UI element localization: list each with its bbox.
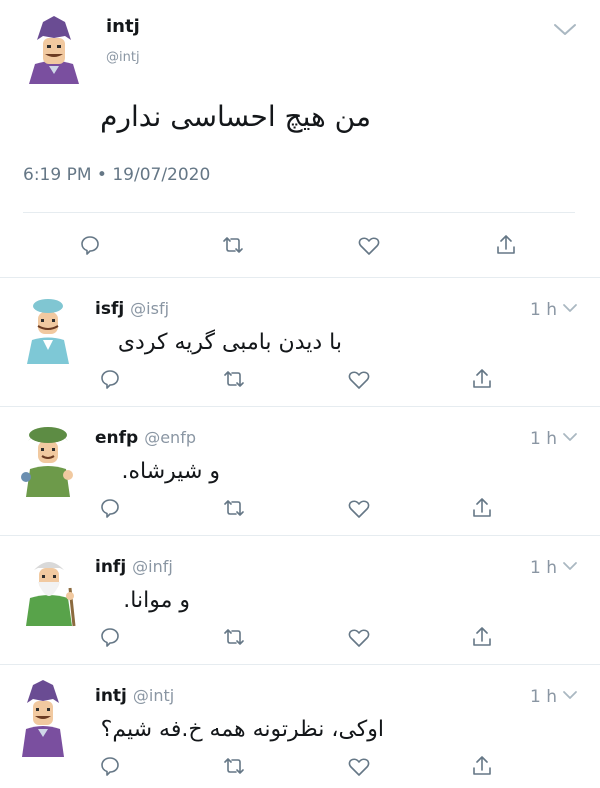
handle[interactable]: @intj (133, 686, 174, 705)
main-tweet: intj @intj من هیچ احساسی ندارم 6:19 PM •… (0, 0, 600, 278)
reply-time[interactable]: 1 h (530, 429, 557, 449)
reply-time[interactable]: 1 h (530, 687, 557, 707)
reply-header: enfp @enfp (95, 428, 196, 448)
share-icon[interactable] (471, 754, 493, 778)
reply-icon[interactable] (79, 234, 101, 256)
reply-text: با دیدن بامبی گریه کردی (117, 330, 342, 355)
reply-icon[interactable] (99, 755, 121, 777)
reply-time[interactable]: 1 h (530, 300, 557, 320)
like-icon[interactable] (347, 627, 371, 649)
share-icon[interactable] (495, 233, 517, 257)
display-name[interactable]: infj (95, 557, 126, 577)
reply-tweet: infj @infj 1 h و موانا. (0, 536, 600, 665)
reply-tweet: isfj @isfj 1 h با دیدن بامبی گریه کردی (0, 278, 600, 407)
like-icon[interactable] (347, 498, 371, 520)
handle[interactable]: @intj (106, 50, 140, 65)
divider (23, 212, 575, 213)
share-icon[interactable] (471, 367, 493, 391)
retweet-icon[interactable] (221, 369, 247, 389)
reply-time[interactable]: 1 h (530, 558, 557, 578)
tweet-text: من هیچ احساسی ندارم (100, 100, 371, 133)
retweet-icon[interactable] (221, 627, 247, 647)
reply-header: isfj @isfj (95, 299, 169, 319)
reply-icon[interactable] (99, 626, 121, 648)
retweet-icon[interactable] (220, 235, 246, 255)
handle[interactable]: @isfj (130, 299, 169, 318)
share-icon[interactable] (471, 625, 493, 649)
reply-icon[interactable] (99, 368, 121, 390)
avatar[interactable] (23, 292, 73, 366)
reply-header: intj @intj (95, 686, 174, 706)
display-name[interactable]: intj (95, 686, 127, 706)
chevron-down-icon[interactable] (562, 689, 578, 705)
reply-text: و موانا. (123, 588, 190, 613)
chevron-down-icon[interactable] (562, 431, 578, 447)
reply-text: اوکی، نظرتونه همه خ.فه شیم؟ (100, 717, 384, 742)
like-icon[interactable] (347, 756, 371, 778)
display-name[interactable]: intj (106, 16, 140, 37)
display-name[interactable]: isfj (95, 299, 124, 319)
avatar[interactable] (18, 679, 68, 759)
reply-text: و شیرشاه. (121, 459, 220, 484)
chevron-down-icon[interactable] (562, 302, 578, 318)
reply-icon[interactable] (99, 497, 121, 519)
avatar[interactable] (23, 14, 85, 86)
retweet-icon[interactable] (221, 498, 247, 518)
avatar[interactable] (18, 419, 78, 499)
share-icon[interactable] (471, 496, 493, 520)
like-icon[interactable] (357, 235, 381, 257)
display-name[interactable]: enfp (95, 428, 138, 448)
handle[interactable]: @enfp (144, 428, 196, 447)
like-icon[interactable] (347, 369, 371, 391)
reply-header: infj @infj (95, 557, 173, 577)
chevron-down-icon[interactable] (552, 22, 578, 38)
chevron-down-icon[interactable] (562, 560, 578, 576)
handle[interactable]: @infj (132, 557, 173, 576)
retweet-icon[interactable] (221, 756, 247, 776)
tweet-timestamp[interactable]: 6:19 PM • 19/07/2020 (23, 165, 210, 185)
avatar[interactable] (18, 548, 80, 628)
reply-tweet: enfp @enfp 1 h و شیرشاه. (0, 407, 600, 536)
reply-tweet: intj @intj 1 h اوکی، نظرتونه همه خ.فه شیم… (0, 665, 600, 788)
